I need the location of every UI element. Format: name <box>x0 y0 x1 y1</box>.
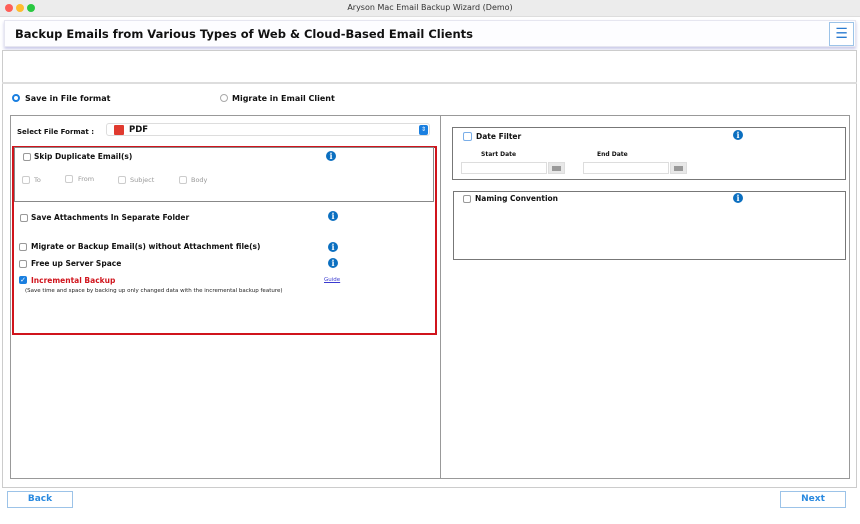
start-date-label: Start Date <box>481 151 517 158</box>
skip-duplicates-label: Skip Duplicate Email(s) <box>34 152 133 161</box>
menu-button[interactable]: ☰ <box>829 22 854 46</box>
date-filter-label: Date Filter <box>476 132 522 141</box>
pdf-icon <box>114 125 124 135</box>
radio-label: Migrate in Email Client <box>232 94 335 103</box>
incremental-backup-checkbox[interactable]: ✓ <box>19 276 27 284</box>
info-icon[interactable]: i <box>326 151 336 161</box>
from-label: From <box>78 175 95 183</box>
file-format-value: PDF <box>129 125 149 135</box>
to-checkbox[interactable] <box>22 176 30 184</box>
from-checkbox[interactable] <box>65 175 73 183</box>
calendar-icon <box>552 166 561 171</box>
page-title: Backup Emails from Various Types of Web … <box>15 27 474 41</box>
save-attachments-label: Save Attachments In Separate Folder <box>31 213 190 222</box>
to-label: To <box>34 176 41 184</box>
naming-convention-label: Naming Convention <box>475 194 559 203</box>
skip-duplicates-checkbox[interactable] <box>23 153 31 161</box>
start-date-calendar-button[interactable] <box>548 162 565 174</box>
info-icon[interactable]: i <box>328 211 338 221</box>
radio-migrate-in-email-client[interactable] <box>220 94 228 102</box>
naming-convention-checkbox[interactable] <box>463 195 471 203</box>
file-format-select[interactable]: PDF ⇕ <box>106 123 430 136</box>
info-icon[interactable]: i <box>328 242 338 252</box>
title-bar: Aryson Mac Email Backup Wizard (Demo) <box>0 0 860 17</box>
info-icon[interactable]: i <box>733 130 743 140</box>
body-label: Body <box>191 176 208 184</box>
free-up-space-label: Free up Server Space <box>31 259 122 268</box>
header-banner: Backup Emails from Various Types of Web … <box>4 20 856 47</box>
chevron-updown-icon: ⇕ <box>419 125 428 135</box>
save-attachments-checkbox[interactable] <box>20 214 28 222</box>
file-format-label: Select File Format : <box>17 128 94 136</box>
divider <box>2 82 857 84</box>
incremental-backup-note: (Save time and space by backing up only … <box>25 288 283 294</box>
hamburger-icon: ☰ <box>835 26 848 42</box>
radio-label: Save in File format <box>25 94 111 103</box>
radio-save-in-file-format[interactable] <box>12 94 20 102</box>
window-title: Aryson Mac Email Backup Wizard (Demo) <box>347 3 513 12</box>
end-date-label: End Date <box>597 151 628 158</box>
subject-checkbox[interactable] <box>118 176 126 184</box>
date-filter-checkbox[interactable] <box>463 132 472 141</box>
without-attachment-label: Migrate or Backup Email(s) without Attac… <box>31 242 261 251</box>
next-button[interactable]: Next <box>780 491 846 508</box>
back-button[interactable]: Back <box>7 491 73 508</box>
incremental-backup-label: Incremental Backup <box>31 276 116 285</box>
info-icon[interactable]: i <box>328 258 338 268</box>
end-date-input[interactable] <box>583 162 669 174</box>
info-icon[interactable]: i <box>733 193 743 203</box>
body-checkbox[interactable] <box>179 176 187 184</box>
start-date-input[interactable] <box>461 162 547 174</box>
calendar-icon <box>674 166 683 171</box>
guide-link[interactable]: Guide <box>324 277 340 283</box>
without-attachment-checkbox[interactable] <box>19 243 27 251</box>
subject-label: Subject <box>130 176 155 184</box>
end-date-calendar-button[interactable] <box>670 162 687 174</box>
free-up-space-checkbox[interactable] <box>19 260 27 268</box>
